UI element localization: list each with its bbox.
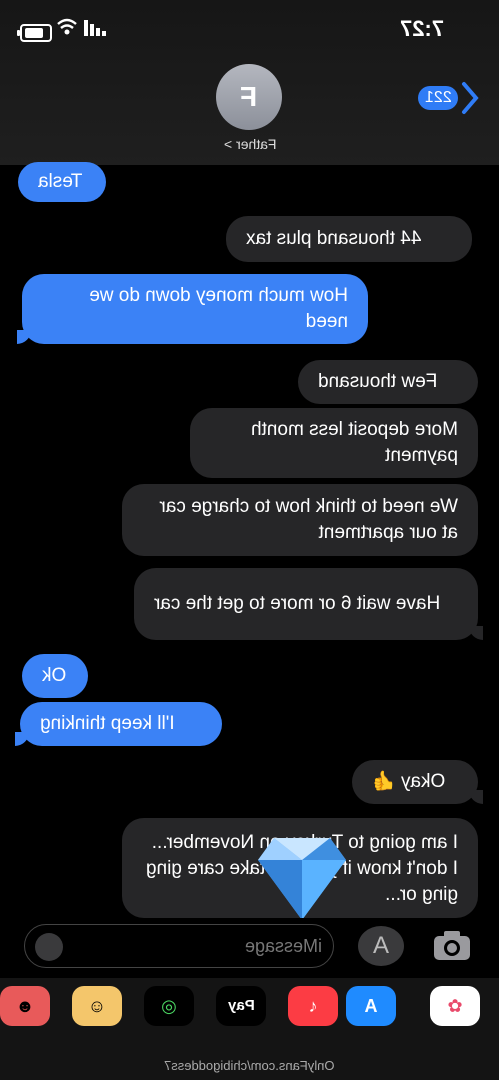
message-bubble[interactable]: I'll keep thinking (15, 702, 222, 746)
message-bubble[interactable]: More deposit less month payment (190, 408, 478, 478)
message-bubble[interactable]: 44 thousand plus tax (226, 216, 472, 262)
message-placeholder: iMessage (245, 936, 323, 956)
apple-pay-icon[interactable]: Pay (216, 986, 266, 1026)
contact-name[interactable]: Father > (200, 136, 300, 152)
camera-icon[interactable] (428, 926, 476, 966)
unread-count-badge[interactable]: 221 (418, 86, 458, 110)
back-chevron-icon[interactable] (460, 80, 480, 116)
message-input[interactable]: iMessage (24, 924, 334, 968)
cellular-signal-icon (84, 20, 106, 36)
app-store-icon[interactable]: A (346, 986, 396, 1026)
message-bubble[interactable]: Ok (22, 654, 88, 698)
photos-app-icon[interactable]: ✿ (430, 986, 480, 1026)
activity-app-icon[interactable]: ◎ (144, 986, 194, 1026)
message-bubble[interactable]: How much money down do we need (17, 274, 368, 344)
message-bubble[interactable]: We need to think how to charge car at ou… (122, 484, 478, 556)
conversation-header: 7:27 221 F Father > (0, 0, 499, 165)
app-store-drawer-button[interactable]: A (358, 926, 404, 966)
message-bubble[interactable]: Few thousand (298, 360, 478, 404)
memoji-stickers-icon[interactable]: ☻ (0, 986, 50, 1026)
message-bubble[interactable]: Tesla (18, 162, 106, 202)
message-bubble[interactable]: Have wait 6 or more to get the car (134, 568, 483, 640)
diamond-sticker-icon (258, 838, 346, 920)
watermark: OnlyFans.com/chibigoddess7 (164, 1058, 335, 1073)
memoji-icon[interactable]: ☺ (72, 986, 122, 1026)
contact-avatar[interactable]: F (216, 64, 282, 130)
wifi-icon (57, 18, 77, 35)
audio-waveform-icon[interactable] (35, 933, 63, 961)
music-app-icon[interactable]: ♪ (288, 986, 338, 1026)
message-bubble[interactable]: Okay 👍 (352, 760, 483, 804)
status-time: 7:27 (400, 16, 445, 41)
battery-icon (17, 24, 52, 42)
